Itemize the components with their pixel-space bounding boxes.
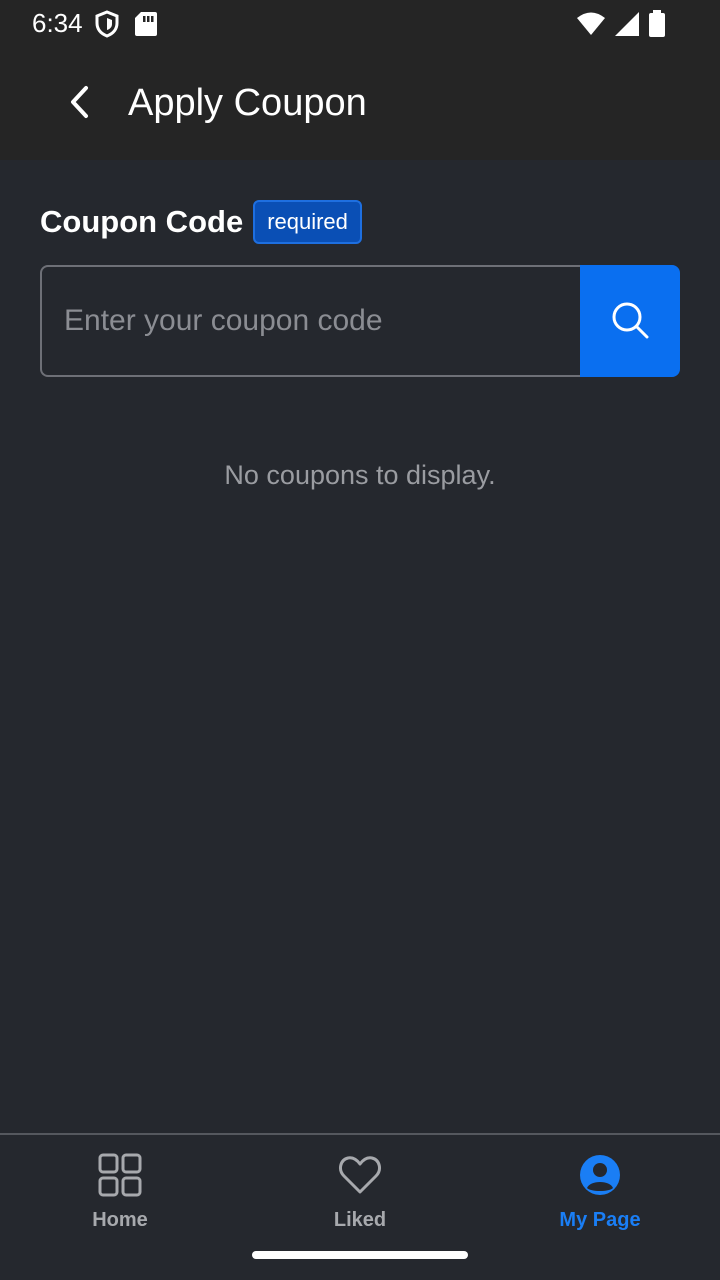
coupon-code-input[interactable] (40, 265, 582, 377)
search-button[interactable] (580, 265, 680, 377)
shield-icon (94, 10, 120, 43)
sd-card-icon (134, 10, 158, 43)
search-icon (610, 300, 650, 343)
wifi-icon (576, 11, 606, 42)
nav-item-liked[interactable]: Liked (240, 1151, 480, 1241)
nav-item-my-page[interactable]: My Page (480, 1151, 720, 1241)
heart-icon (336, 1151, 384, 1199)
grid-icon (96, 1151, 144, 1199)
battery-icon (648, 10, 666, 43)
home-indicator (252, 1251, 468, 1259)
coupon-code-label: Coupon Code (40, 204, 244, 239)
nav-label-my-page: My Page (559, 1209, 641, 1231)
empty-state-text: No coupons to display. (224, 460, 496, 490)
person-icon (576, 1151, 624, 1199)
status-bar: 6:34 (0, 0, 720, 48)
nav-item-home[interactable]: Home (0, 1151, 240, 1241)
status-time: 6:34 (32, 8, 83, 38)
status-left-icons (94, 10, 158, 43)
required-badge: required (253, 200, 362, 244)
nav-label-liked: Liked (333, 1209, 387, 1231)
cell-signal-icon (614, 11, 640, 42)
app-bar: Apply Coupon (0, 48, 720, 160)
nav-label-home: Home (92, 1209, 148, 1231)
coupon-code-label-row: Coupon Code required (40, 200, 362, 244)
page-title: Apply Coupon (128, 82, 367, 124)
back-button[interactable] (56, 76, 104, 132)
chevron-left-icon (66, 84, 94, 125)
status-right-icons (576, 10, 666, 43)
